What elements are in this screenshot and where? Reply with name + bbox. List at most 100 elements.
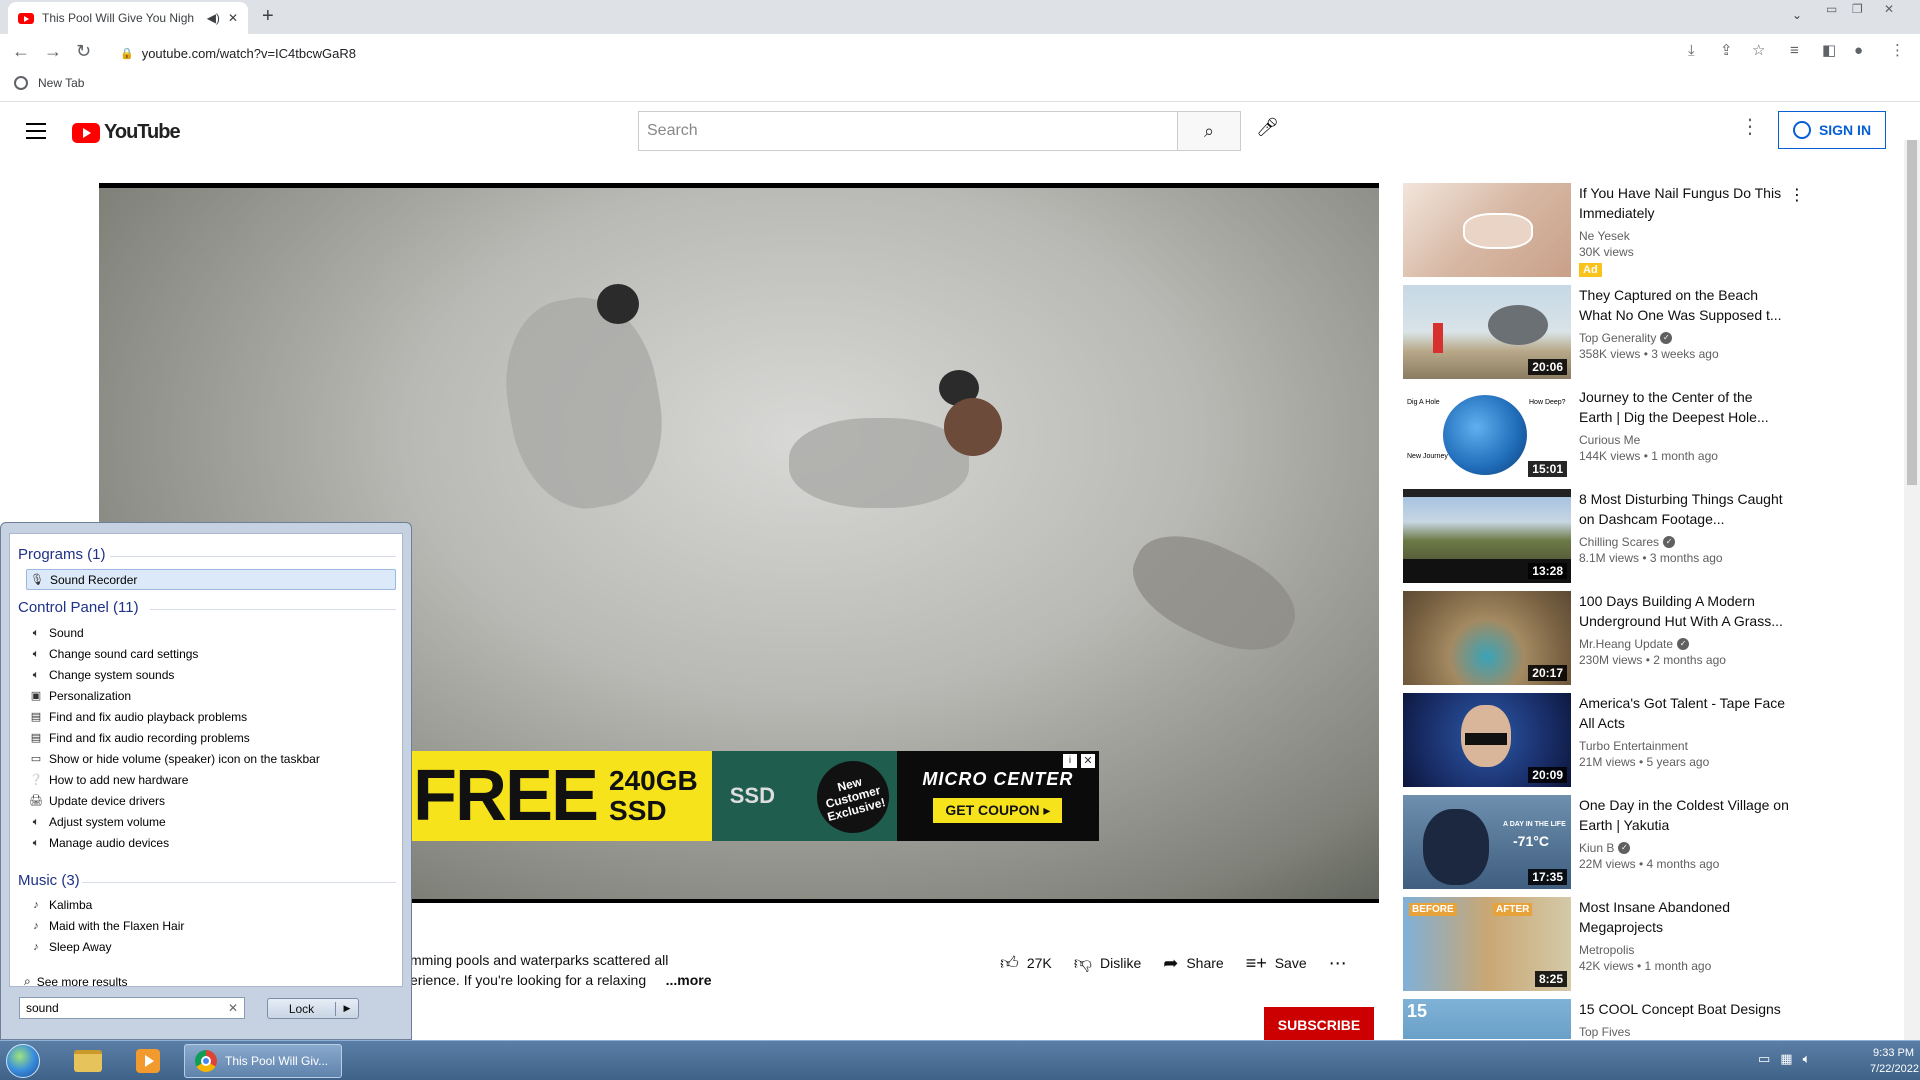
video-title[interactable]: 8 Most Disturbing Things Caught on Dashc… <box>1579 489 1789 529</box>
new-tab-button[interactable]: + <box>262 6 274 26</box>
result-adjust-system-volume[interactable]: 🔈︎ Adjust system volume <box>26 811 396 832</box>
video-thumbnail[interactable]: 20:17 <box>1403 591 1571 685</box>
result-maid-with-the-flaxen-hair[interactable]: ♪ Maid with the Flaxen Hair <box>26 915 396 936</box>
like-button[interactable]: 👍︎ 27K <box>1000 952 1052 974</box>
result-manage-audio-devices[interactable]: 🔈︎ Manage audio devices <box>26 832 396 853</box>
bookmark-star-icon[interactable]: ☆ <box>1752 42 1765 60</box>
video-thumbnail[interactable] <box>1403 183 1571 277</box>
forward-icon[interactable]: → <box>44 42 62 60</box>
more-actions-button[interactable]: ⋯ <box>1329 953 1347 974</box>
profile-icon[interactable]: ● <box>1854 42 1863 60</box>
video-thumbnail[interactable]: 13:28 <box>1403 489 1571 583</box>
browser-tab-active[interactable]: This Pool Will Give You Nigh ◀) ✕ <box>8 2 248 34</box>
result-fix-audio-recording[interactable]: ▤ Find and fix audio recording problems <box>26 727 396 748</box>
speaker-icon[interactable]: ◀) <box>207 11 220 25</box>
recommendation-item[interactable]: 13:28 8 Most Disturbing Things Caught on… <box>1403 489 1803 585</box>
recommendation-item[interactable]: 20:17 100 Days Building A Modern Undergr… <box>1403 591 1803 687</box>
dislike-button[interactable]: 👎︎ Dislike <box>1074 952 1142 974</box>
youtube-logo[interactable]: YouTube <box>72 121 181 144</box>
channel-name[interactable]: Metropolis <box>1579 943 1789 957</box>
channel-name[interactable]: Curious Me <box>1579 433 1789 447</box>
ad-close-icon[interactable]: ✕ <box>1081 754 1095 768</box>
channel-name[interactable]: Turbo Entertainment <box>1579 739 1789 753</box>
share-button[interactable]: ➦ Share <box>1163 953 1223 974</box>
install-icon[interactable]: ⤓ <box>1688 42 1695 60</box>
close-window-icon[interactable]: ✕ <box>1884 2 1894 16</box>
video-title[interactable]: Journey to the Center of the Earth | Dig… <box>1579 387 1789 427</box>
video-title[interactable]: 15 COOL Concept Boat Designs <box>1579 999 1789 1019</box>
video-description[interactable]: mming pools and waterparks scattered all… <box>410 950 712 990</box>
recommendation-item[interactable]: Dig A Hole How Deep? New Journey 15:01 J… <box>1403 387 1803 483</box>
recommendation-item[interactable]: BEFORE AFTER 8:25 Most Insane Abandoned … <box>1403 897 1803 993</box>
video-title[interactable]: Most Insane Abandoned Megaprojects <box>1579 897 1789 937</box>
tab-search-icon[interactable]: ⌄ <box>1792 8 1802 22</box>
reload-icon[interactable]: ↻ <box>76 42 91 60</box>
clear-search-icon[interactable]: ✕ <box>228 1001 238 1015</box>
sign-in-button[interactable]: SIGN IN <box>1778 111 1886 149</box>
recommendation-item[interactable]: A DAY IN THE LIFE -71°C 17:35 One Day in… <box>1403 795 1803 891</box>
start-button[interactable] <box>6 1044 40 1078</box>
channel-name[interactable]: Ne Yesek <box>1579 229 1789 243</box>
bookmark-new-tab[interactable]: New Tab <box>14 76 84 90</box>
video-overlay-ad[interactable]: FREE 240GB SSD SSD New Customer Exclusiv… <box>409 751 1099 841</box>
volume-icon[interactable]: 🔈︎ <box>1803 1051 1811 1067</box>
search-button[interactable]: ⌕ <box>1177 111 1241 151</box>
get-coupon-button[interactable]: GET COUPON ▸ <box>933 798 1063 823</box>
taskbar-explorer[interactable] <box>62 1044 114 1078</box>
video-thumbnail[interactable]: 20:09 <box>1403 693 1571 787</box>
result-update-device-drivers[interactable]: 🖨︎ Update device drivers <box>26 790 396 811</box>
taskbar-chrome-window[interactable]: This Pool Will Giv... <box>184 1044 342 1078</box>
result-kalimba[interactable]: ♪ Kalimba <box>26 894 396 915</box>
channel-name[interactable]: Mr.Heang Update ✓ <box>1579 637 1789 651</box>
result-change-system-sounds[interactable]: 🔈︎ Change system sounds <box>26 664 396 685</box>
music-heading[interactable]: Music (3) <box>18 872 80 889</box>
channel-name[interactable]: Chilling Scares ✓ <box>1579 535 1789 549</box>
scrollbar-thumb[interactable] <box>1907 140 1917 485</box>
hamburger-menu-icon[interactable] <box>26 123 46 144</box>
video-title[interactable]: America's Got Talent - Tape Face All Act… <box>1579 693 1789 733</box>
lock-button[interactable]: Lock ▶ <box>267 998 359 1019</box>
result-fix-audio-playback[interactable]: ▤ Find and fix audio playback problems <box>26 706 396 727</box>
control-panel-heading[interactable]: Control Panel (11) <box>18 599 139 616</box>
settings-kebab-icon[interactable]: ⋮ <box>1740 117 1760 137</box>
video-title[interactable]: They Captured on the Beach What No One W… <box>1579 285 1789 325</box>
result-sound-recorder[interactable]: 🎙︎ Sound Recorder <box>26 569 396 590</box>
result-personalization[interactable]: ▣ Personalization <box>26 685 396 706</box>
side-panel-icon[interactable]: ◧ <box>1822 42 1836 60</box>
restore-icon[interactable]: ❐ <box>1852 2 1863 16</box>
recommendation-item[interactable]: 20:09 America's Got Talent - Tape Face A… <box>1403 693 1803 789</box>
result-change-sound-card-settings[interactable]: 🔈︎ Change sound card settings <box>26 643 396 664</box>
lock-icon[interactable]: 🔒 <box>120 47 134 60</box>
channel-name[interactable]: Kiun B ✓ <box>1579 841 1789 855</box>
see-more-results[interactable]: ⌕ See more results <box>24 974 127 989</box>
programs-heading[interactable]: Programs (1) <box>18 546 106 563</box>
video-title[interactable]: One Day in the Coldest Village on Earth … <box>1579 795 1789 835</box>
video-thumbnail[interactable]: 20:06 <box>1403 285 1571 379</box>
taskbar-media-player[interactable] <box>122 1044 174 1078</box>
ad-info-icon[interactable]: i <box>1063 754 1077 768</box>
recommendation-item[interactable]: If You Have Nail Fungus Do This Immediat… <box>1403 183 1805 279</box>
media-control-icon[interactable]: ≡ <box>1790 42 1799 60</box>
video-thumbnail[interactable]: BEFORE AFTER 8:25 <box>1403 897 1571 991</box>
result-sound[interactable]: 🔈︎ Sound <box>26 622 396 643</box>
minimize-icon[interactable]: ▭ <box>1826 2 1837 16</box>
micro-center-ad-panel[interactable]: MICRO CENTER GET COUPON ▸ i ✕ <box>896 751 1099 841</box>
video-thumbnail[interactable]: Dig A Hole How Deep? New Journey 15:01 <box>1403 387 1571 481</box>
address-bar[interactable]: 🔒 youtube.com/watch?v=IC4tbcwGaR8 <box>110 39 1690 67</box>
close-tab-icon[interactable]: ✕ <box>228 11 238 25</box>
back-icon[interactable]: ← <box>12 42 30 60</box>
microphone-icon[interactable]: 🎤︎ <box>1256 117 1279 138</box>
share-page-icon[interactable]: ⇪ <box>1720 42 1733 60</box>
save-button[interactable]: ≡+ Save <box>1246 953 1307 974</box>
start-search-input[interactable]: sound ✕ <box>19 997 245 1019</box>
recommendation-item[interactable]: 15 15 COOL Concept Boat Designs Top Five… <box>1403 999 1803 1039</box>
more-link[interactable]: ...more <box>666 972 712 988</box>
result-sleep-away[interactable]: ♪ Sleep Away <box>26 936 396 957</box>
network-icon[interactable]: ▦ <box>1780 1051 1792 1067</box>
video-title[interactable]: 100 Days Building A Modern Underground H… <box>1579 591 1789 631</box>
search-input[interactable]: Search <box>638 111 1178 151</box>
video-thumbnail[interactable]: A DAY IN THE LIFE -71°C 17:35 <box>1403 795 1571 889</box>
recommendation-item[interactable]: 20:06 They Captured on the Beach What No… <box>1403 285 1803 381</box>
system-clock[interactable]: 9:33 PM 7/22/2022 <box>1870 1045 1920 1077</box>
video-thumbnail[interactable]: 15 <box>1403 999 1571 1039</box>
